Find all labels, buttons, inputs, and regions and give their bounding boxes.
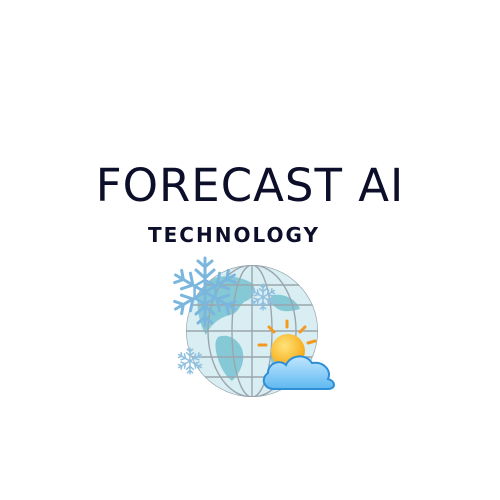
brand-title: FORECAST AI: [95, 159, 405, 212]
brand-subtitle: TECHNOLOGY: [148, 223, 320, 247]
weather-logo: [169, 256, 335, 397]
